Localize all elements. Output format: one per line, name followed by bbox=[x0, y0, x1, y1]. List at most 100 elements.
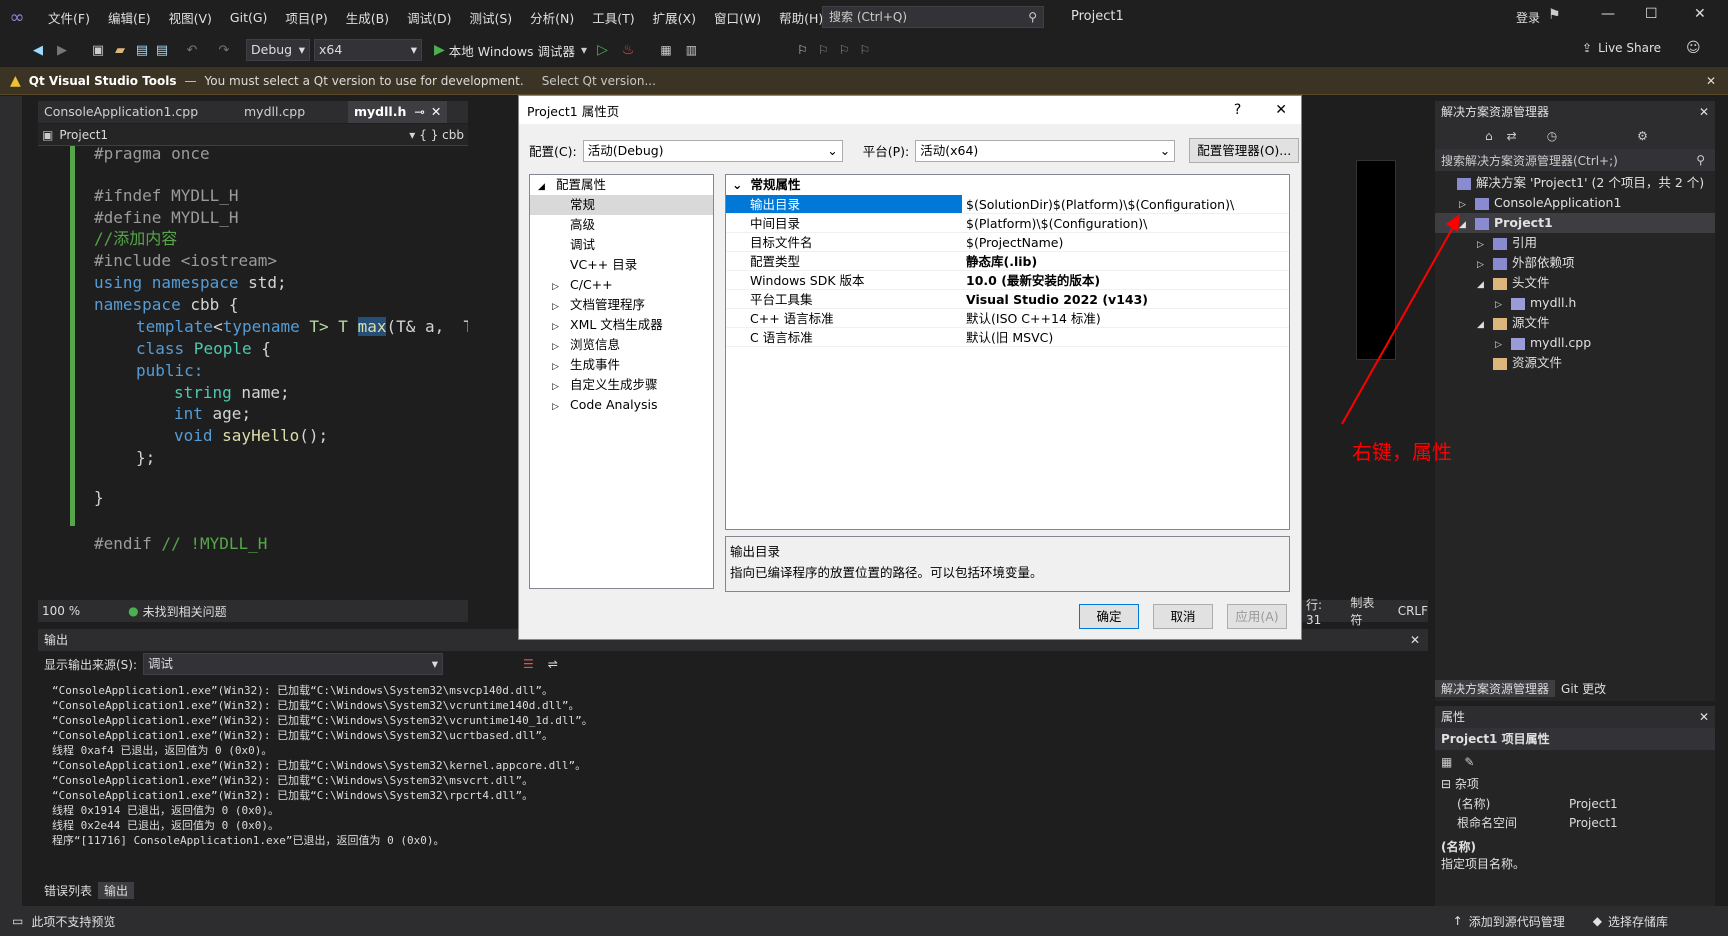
new-project-icon[interactable]: ▣ bbox=[90, 42, 106, 58]
zoom-level[interactable]: 100 % bbox=[42, 604, 80, 618]
menu-build[interactable]: 生成(B) bbox=[346, 8, 389, 27]
issues-status[interactable]: 未找到相关问题 bbox=[143, 603, 227, 620]
tree-item[interactable]: ▷ 浏览信息 bbox=[530, 335, 713, 355]
pin-icon[interactable]: ⊸ bbox=[414, 104, 424, 119]
clear-all-icon[interactable]: ☰ bbox=[523, 657, 534, 671]
solution-item[interactable]: ◢ 头文件 bbox=[1435, 273, 1715, 293]
tree-item[interactable]: VC++ 目录 bbox=[530, 255, 713, 275]
history-icon[interactable]: ◷ bbox=[1547, 129, 1557, 143]
chevron-down-icon[interactable]: ▾ bbox=[581, 43, 587, 57]
tree-item[interactable]: ▷ XML 文档生成器 bbox=[530, 315, 713, 335]
tree-item[interactable]: 高级 bbox=[530, 215, 713, 235]
property-row[interactable]: (名称) Project1 bbox=[1435, 794, 1715, 813]
tabs-indicator[interactable]: 制表符 bbox=[1350, 594, 1385, 628]
grid-value[interactable]: 默认(ISO C++14 标准) bbox=[962, 309, 1289, 327]
tree-item[interactable]: ◢ 配置属性 bbox=[530, 175, 713, 195]
line-indicator[interactable]: 行: 31 bbox=[1306, 596, 1340, 627]
solution-item[interactable]: ▷ mydll.cpp bbox=[1435, 333, 1715, 353]
property-value[interactable]: Project1 bbox=[1569, 816, 1618, 830]
menu-test[interactable]: 测试(S) bbox=[469, 8, 512, 27]
bookmark-prev-icon[interactable]: ⚐ bbox=[818, 43, 829, 57]
solution-item[interactable]: ▷ mydll.h bbox=[1435, 293, 1715, 313]
grid-row[interactable]: 目标文件名 $(ProjectName) bbox=[726, 233, 1289, 252]
tree-item[interactable]: ▷ 文档管理程序 bbox=[530, 295, 713, 315]
qt-select-link[interactable]: Select Qt version... bbox=[542, 74, 656, 88]
search-box[interactable]: 搜索 (Ctrl+Q) ⚲ bbox=[822, 6, 1044, 28]
expand-icon[interactable]: ▷ bbox=[1495, 335, 1511, 355]
tab-output[interactable]: 输出 bbox=[98, 881, 135, 899]
tree-item[interactable]: ▷ 自定义生成步骤 bbox=[530, 375, 713, 395]
feedback-icon[interactable]: ⚑ bbox=[1548, 7, 1561, 23]
save-all-icon[interactable]: ▤ bbox=[154, 42, 170, 58]
ok-button[interactable]: 确定 bbox=[1079, 604, 1139, 629]
menu-analyze[interactable]: 分析(N) bbox=[530, 8, 574, 27]
menu-help[interactable]: 帮助(H) bbox=[779, 8, 823, 27]
minimize-button[interactable]: — bbox=[1601, 6, 1615, 22]
help-button[interactable]: ? bbox=[1234, 102, 1241, 118]
tree-item[interactable]: 常规 bbox=[530, 195, 713, 215]
output-text[interactable]: “ConsoleApplication1.exe”(Win32): 已加载“C:… bbox=[38, 677, 1428, 848]
expand-icon[interactable]: ▷ bbox=[1477, 255, 1493, 275]
grid-value[interactable]: 默认(旧 MSVC) bbox=[962, 328, 1289, 346]
select-repo-button[interactable]: 选择存储库 bbox=[1608, 913, 1668, 930]
tab-solution-explorer[interactable]: 解决方案资源管理器 bbox=[1435, 679, 1556, 697]
properties-subject[interactable]: Project1 项目属性 bbox=[1435, 728, 1715, 750]
menu-window[interactable]: 窗口(W) bbox=[714, 8, 761, 27]
property-row[interactable]: 根命名空间 Project1 bbox=[1435, 813, 1715, 832]
expand-icon[interactable]: ▷ bbox=[1477, 235, 1493, 255]
forward-icon[interactable]: ▶ bbox=[54, 42, 70, 58]
config-manager-button[interactable]: 配置管理器(O)... bbox=[1189, 138, 1300, 163]
tree-item[interactable]: ▷ 生成事件 bbox=[530, 355, 713, 375]
solution-item[interactable]: ▷ 外部依赖项 bbox=[1435, 253, 1715, 273]
bookmark-icon[interactable]: ⚐ bbox=[797, 43, 808, 57]
expand-icon[interactable]: ◢ bbox=[1477, 315, 1493, 335]
grid-row[interactable]: C++ 语言标准 默认(ISO C++14 标准) bbox=[726, 309, 1289, 328]
grid-row[interactable]: 配置类型 静态库(.lib) bbox=[726, 252, 1289, 271]
expand-icon[interactable]: ▷ bbox=[1495, 295, 1511, 315]
grid-value[interactable]: $(SolutionDir)$(Platform)\$(Configuratio… bbox=[962, 195, 1289, 213]
property-value[interactable]: Project1 bbox=[1569, 797, 1618, 811]
code-editor[interactable]: #pragma once #ifndef MYDLL_H #define MYD… bbox=[38, 146, 468, 598]
platform-select[interactable]: x64 ▾ bbox=[314, 39, 422, 61]
live-share-button[interactable]: ⇪ Live Share bbox=[1582, 41, 1661, 55]
solution-item[interactable]: ◢ Project1 bbox=[1435, 213, 1715, 233]
sync-icon[interactable]: ⇄ bbox=[1507, 129, 1517, 143]
grid-row[interactable]: C 语言标准 默认(旧 MSVC) bbox=[726, 328, 1289, 347]
nav-scope[interactable]: { } cbb bbox=[419, 128, 464, 142]
close-icon[interactable]: ✕ bbox=[1410, 629, 1420, 651]
undo-icon[interactable]: ↶ bbox=[184, 42, 200, 58]
cancel-button[interactable]: 取消 bbox=[1153, 604, 1213, 629]
settings-icon[interactable]: ⚙ bbox=[1637, 129, 1648, 143]
maximize-button[interactable]: ☐ bbox=[1645, 6, 1658, 22]
add-source-control-button[interactable]: 添加到源代码管理 bbox=[1469, 913, 1565, 930]
login-link[interactable]: 登录 bbox=[1516, 9, 1540, 26]
grid-value[interactable]: Visual Studio 2022 (v143) bbox=[962, 290, 1289, 308]
redo-icon[interactable]: ↷ bbox=[216, 42, 232, 58]
categorized-icon[interactable]: ▦ bbox=[1441, 755, 1452, 769]
platform-dropdown[interactable]: 活动(x64) ⌄ bbox=[915, 139, 1176, 162]
expand-icon[interactable]: ◢ bbox=[1477, 275, 1493, 295]
save-icon[interactable]: ▤ bbox=[134, 42, 150, 58]
menu-git[interactable]: Git(G) bbox=[230, 10, 268, 25]
grid-row[interactable]: 中间目录 $(Platform)\$(Configuration)\ bbox=[726, 214, 1289, 233]
menu-view[interactable]: 视图(V) bbox=[169, 8, 212, 27]
close-icon[interactable]: ✕ bbox=[1699, 706, 1709, 728]
start-without-debug-icon[interactable]: ▷ bbox=[597, 42, 608, 58]
open-icon[interactable]: ▰ bbox=[112, 42, 128, 58]
close-icon[interactable]: ✕ bbox=[431, 104, 441, 119]
home-icon[interactable]: ⌂ bbox=[1485, 129, 1493, 143]
tree-item[interactable]: ▷ Code Analysis bbox=[530, 395, 713, 415]
tab-mydll-h[interactable]: mydll.h ⊸ ✕ bbox=[348, 101, 448, 123]
hot-reload-icon[interactable]: ♨ bbox=[622, 42, 635, 58]
bookmark-clear-icon[interactable]: ⚐ bbox=[859, 43, 870, 57]
play-icon[interactable]: ▶ bbox=[434, 42, 445, 58]
back-icon[interactable]: ◀ bbox=[30, 42, 46, 58]
menu-debug[interactable]: 调试(D) bbox=[407, 8, 451, 27]
solution-item[interactable]: ◢ 源文件 bbox=[1435, 313, 1715, 333]
close-button[interactable]: ✕ bbox=[1694, 6, 1706, 22]
wrench-icon[interactable]: ✎ bbox=[1464, 755, 1474, 769]
config-select[interactable]: Debug ▾ bbox=[246, 39, 310, 61]
grid-value[interactable]: $(Platform)\$(Configuration)\ bbox=[962, 214, 1289, 232]
solution-item[interactable]: ▷ ConsoleApplication1 bbox=[1435, 193, 1715, 213]
menu-extensions[interactable]: 扩展(X) bbox=[653, 8, 696, 27]
